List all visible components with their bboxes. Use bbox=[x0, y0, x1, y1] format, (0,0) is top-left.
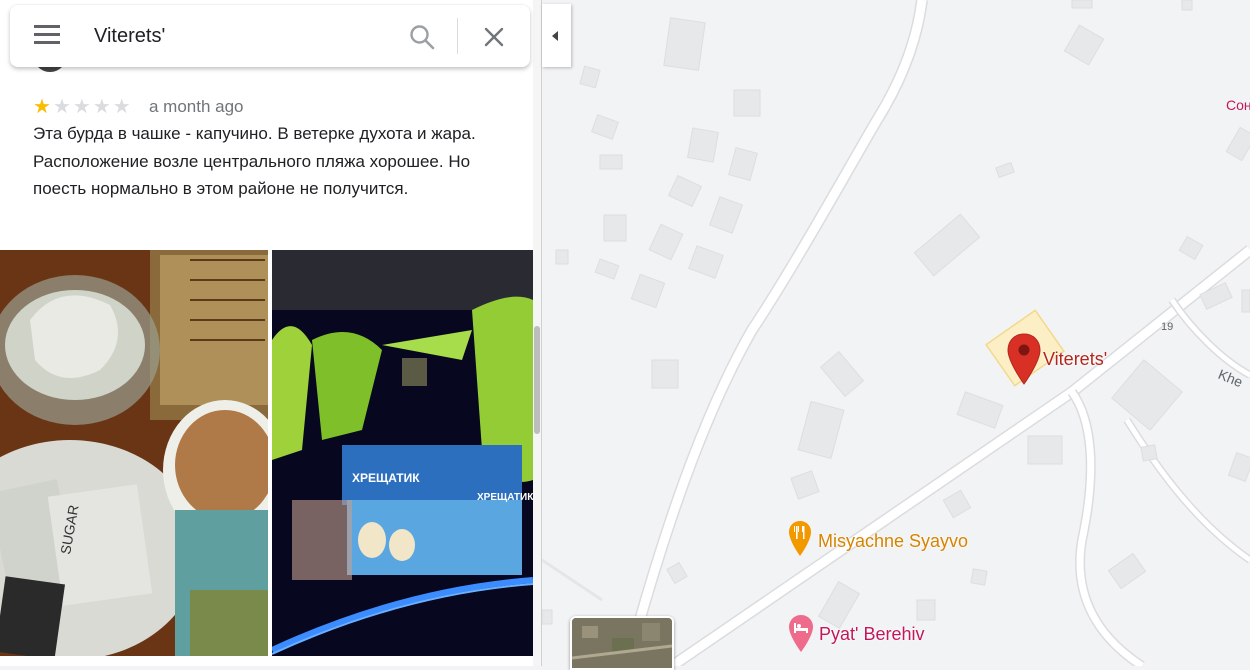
place-side-panel: Local Guide · 10 reviews ★★★★★ a month a… bbox=[0, 0, 541, 666]
red-location-pin-icon[interactable] bbox=[1006, 332, 1042, 386]
satellite-layer-toggle[interactable] bbox=[570, 616, 674, 670]
kiosk-sign-left: ХРЕЩАТИК bbox=[352, 471, 420, 485]
search-icon[interactable] bbox=[408, 23, 436, 51]
road-number-label: 19 bbox=[1161, 321, 1174, 333]
kiosk-sign-right: ХРЕЩАТИК bbox=[477, 492, 533, 503]
review-photo-coffee[interactable]: SUGAR bbox=[0, 250, 268, 656]
poi-hotel-label[interactable]: Pyat' Berehiv bbox=[819, 624, 925, 645]
review-date: a month ago bbox=[149, 97, 244, 116]
search-divider bbox=[457, 18, 458, 54]
star-empty-icon: ★ bbox=[52, 96, 73, 118]
collapse-panel-button[interactable] bbox=[542, 4, 571, 67]
poi-restaurant-label[interactable]: Misyachne Syayvo bbox=[818, 531, 968, 552]
place-label[interactable]: Viterets' bbox=[1043, 349, 1107, 370]
collapse-panel-icon bbox=[552, 31, 558, 41]
star-empty-icon: ★ bbox=[112, 96, 133, 118]
bed-icon[interactable] bbox=[788, 614, 814, 654]
panel-scrollbar-thumb[interactable] bbox=[534, 326, 540, 434]
map-canvas[interactable]: Viterets' Misyachne Syayvo Pyat' Berehiv… bbox=[542, 0, 1250, 666]
star-filled-icon: ★ bbox=[33, 96, 53, 118]
review-photo-night-cafe[interactable]: ХРЕЩАТИК ХРЕЩАТИК bbox=[272, 250, 533, 656]
review-star-rating: ★★★★★ bbox=[33, 94, 133, 119]
map-features bbox=[542, 0, 1250, 666]
search-input[interactable] bbox=[94, 23, 394, 49]
search-box bbox=[10, 5, 530, 67]
close-icon[interactable] bbox=[480, 23, 508, 51]
star-empty-icon: ★ bbox=[92, 96, 113, 118]
review-text: Эта бурда в чашке - капучино. В ветерке … bbox=[33, 124, 476, 198]
star-empty-icon: ★ bbox=[72, 96, 93, 118]
menu-icon[interactable] bbox=[34, 25, 60, 47]
map-edge-label[interactable]: Сон bbox=[1226, 97, 1250, 113]
fork-knife-icon[interactable] bbox=[788, 520, 812, 558]
